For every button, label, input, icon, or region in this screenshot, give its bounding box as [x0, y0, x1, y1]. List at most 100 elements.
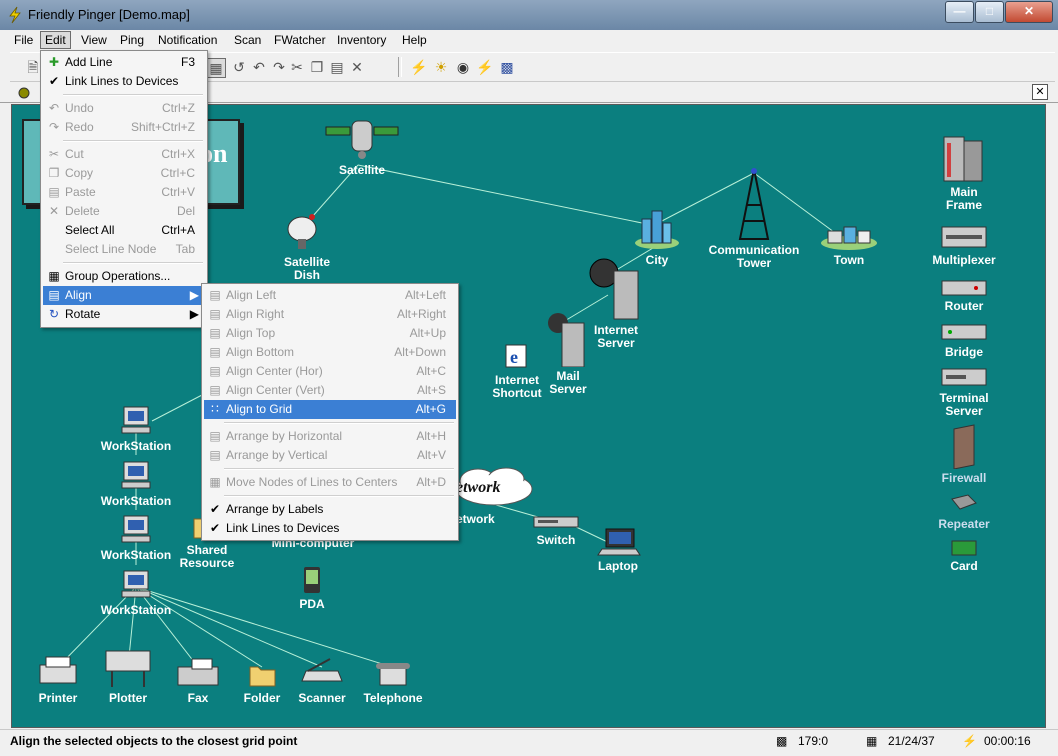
mainframe-icon	[943, 136, 983, 182]
node-label: WorkStation	[100, 494, 172, 508]
cut-icon[interactable]: ✂	[288, 58, 306, 76]
menu-item-align-bottom[interactable]: ▤ Align Bottom Alt+Down	[204, 343, 456, 362]
node-satellite[interactable]: Satellite	[322, 117, 402, 177]
node-label: PDA	[299, 597, 325, 611]
paste-icon[interactable]: ▤	[328, 58, 346, 76]
node-label: Main Frame	[945, 185, 983, 212]
node-label: Terminal Server	[939, 391, 989, 418]
ping-lightning-icon[interactable]: ⚡	[410, 58, 428, 76]
menu-ping[interactable]: Ping	[116, 32, 148, 48]
status-message: Align the selected objects to the closes…	[10, 734, 298, 748]
menu-item-cut[interactable]: ✂ Cut Ctrl+X	[43, 145, 205, 164]
palette-main-frame[interactable]: Main Frame	[924, 135, 1004, 212]
close-map-icon: ✕	[1035, 86, 1045, 98]
menu-item-align[interactable]: ▤ Align ▶	[43, 286, 205, 305]
menu-item-arrange-horizontal[interactable]: ▤ Arrange by Horizontal Alt+H	[204, 427, 456, 446]
binoculars-icon[interactable]: ◉	[454, 58, 472, 76]
menu-edit[interactable]: Edit	[40, 31, 71, 49]
node-label: Card	[950, 559, 978, 573]
add-line-icon: ✚	[48, 55, 60, 69]
menu-item-align-center-vert[interactable]: ▤ Align Center (Vert) Alt+S	[204, 381, 456, 400]
copy-icon[interactable]: ❐	[308, 58, 326, 76]
menu-item-align-left[interactable]: ▤ Align Left Alt+Left	[204, 286, 456, 305]
menu-view[interactable]: View	[77, 32, 111, 48]
menu-item-move-nodes[interactable]: ▦ Move Nodes of Lines to Centers Alt+D	[204, 473, 456, 492]
menu-scan[interactable]: Scan	[230, 32, 265, 48]
undo-icon[interactable]: ↶	[250, 58, 268, 76]
menu-item-delete[interactable]: ✕ Delete Del	[43, 202, 205, 221]
delete-icon[interactable]: ✕	[348, 58, 366, 76]
menu-item-align-center-hor[interactable]: ▤ Align Center (Hor) Alt+C	[204, 362, 456, 381]
node-fax[interactable]: Fax	[170, 657, 226, 705]
menu-item-undo[interactable]: ↶ Undo Ctrl+Z	[43, 99, 205, 118]
palette-terminal-server[interactable]: Terminal Server	[924, 365, 1004, 418]
menu-item-link-lines-to-devices[interactable]: ✔ Link Lines to Devices	[204, 519, 456, 538]
palette-firewall[interactable]: Firewall	[924, 423, 1004, 485]
node-switch[interactable]: Switch	[524, 511, 588, 547]
menu-item-select-all[interactable]: Select All Ctrl+A	[43, 221, 205, 240]
node-town[interactable]: Town	[814, 221, 884, 267]
close-map-button[interactable]: ✕	[1032, 84, 1048, 100]
node-telephone[interactable]: Telephone	[358, 661, 428, 705]
maximize-button[interactable]: □	[975, 1, 1004, 23]
stop-ping-icon[interactable]: ⚡	[476, 58, 494, 76]
node-label: Town	[833, 253, 865, 267]
laptop-icon	[597, 528, 641, 556]
node-printer[interactable]: Printer	[30, 655, 86, 705]
node-scanner[interactable]: Scanner	[294, 657, 350, 705]
palette-router[interactable]: Router	[924, 277, 1004, 313]
delete-icon: ✕	[48, 204, 60, 218]
router-icon	[941, 280, 987, 296]
menu-item-copy[interactable]: ❐ Copy Ctrl+C	[43, 164, 205, 183]
menu-item-group-operations[interactable]: ▦ Group Operations...	[43, 267, 205, 286]
node-workstation[interactable]: WorkStation	[96, 512, 176, 562]
node-label: Telephone	[363, 691, 423, 705]
menu-item-arrange-by-labels[interactable]: ✔ Arrange by Labels	[204, 500, 456, 519]
menu-item-paste[interactable]: ▤ Paste Ctrl+V	[43, 183, 205, 202]
menu-item-align-top[interactable]: ▤ Align Top Alt+Up	[204, 324, 456, 343]
tower-icon	[738, 168, 770, 240]
menu-item-arrange-vertical[interactable]: ▤ Arrange by Vertical Alt+V	[204, 446, 456, 465]
node-pda[interactable]: PDA	[292, 565, 332, 611]
node-workstation[interactable]: WorkStation	[96, 567, 176, 617]
node-workstation[interactable]: WorkStation	[96, 458, 176, 508]
menu-item-redo[interactable]: ↷ Redo Shift+Ctrl+Z	[43, 118, 205, 137]
redo-icon[interactable]: ↷	[270, 58, 288, 76]
menu-file[interactable]: File	[10, 32, 37, 48]
town-icon	[821, 226, 877, 250]
menu-item-align-right[interactable]: ▤ Align Right Alt+Right	[204, 305, 456, 324]
maximize-icon: □	[985, 4, 994, 18]
menu-item-align-to-grid[interactable]: ∷ Align to Grid Alt+G	[204, 400, 456, 419]
palette-repeater[interactable]: Repeater	[924, 491, 1004, 531]
menu-fwatcher[interactable]: FWatcher	[270, 32, 330, 48]
menu-item-select-line-node[interactable]: Select Line Node Tab	[43, 240, 205, 259]
menu-item-link-lines[interactable]: ✔ Link Lines to Devices	[43, 72, 205, 91]
minimize-button[interactable]: —	[945, 1, 974, 23]
node-laptop[interactable]: Laptop	[588, 527, 648, 573]
align-left-icon: ▤	[209, 288, 221, 302]
node-satellite-dish[interactable]: Satellite Dish	[262, 213, 352, 282]
node-folder[interactable]: Folder	[234, 661, 290, 705]
palette-card[interactable]: Card	[924, 539, 1004, 573]
menu-inventory[interactable]: Inventory	[333, 32, 390, 48]
node-label: etwork	[456, 512, 495, 526]
select-all-icon[interactable]: ▦	[206, 58, 226, 78]
node-mail-server[interactable]: Mail Server	[540, 311, 596, 396]
node-internet-shortcut[interactable]: e Internet Shortcut	[486, 343, 548, 400]
menu-item-add-line[interactable]: ✚ Add Line F3	[43, 53, 205, 72]
folder-icon	[249, 666, 276, 687]
select-node-icon[interactable]: ↺	[230, 58, 248, 76]
network-scan-icon[interactable]: ▩	[498, 58, 516, 76]
node-communication-tower[interactable]: Communication Tower	[704, 165, 804, 270]
node-plotter[interactable]: Plotter	[100, 647, 156, 705]
close-button[interactable]: ✕	[1005, 1, 1053, 23]
menu-item-rotate[interactable]: ↻ Rotate ▶	[43, 305, 205, 324]
alert-icon[interactable]: ☀	[432, 58, 450, 76]
menu-help[interactable]: Help	[398, 32, 431, 48]
menu-notification[interactable]: Notification	[154, 32, 221, 48]
node-label: Router	[944, 299, 984, 313]
palette-bridge[interactable]: Bridge	[924, 321, 1004, 359]
node-workstation[interactable]: WorkStation	[96, 403, 176, 453]
palette-multiplexer[interactable]: Multiplexer	[924, 223, 1004, 267]
toolbar-separator	[398, 57, 402, 77]
